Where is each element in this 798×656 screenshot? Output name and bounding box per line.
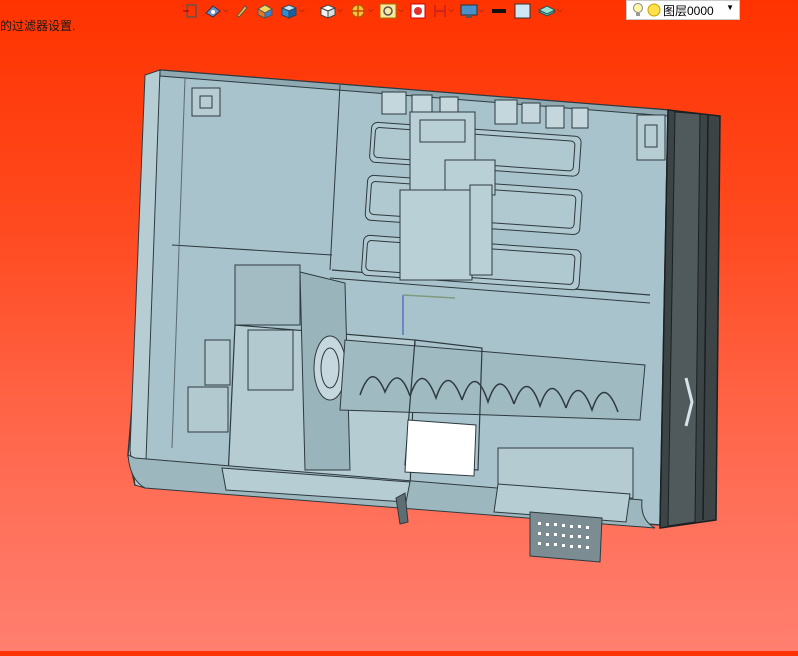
select-frame-icon	[183, 4, 197, 18]
chevron-down-icon: ⌵	[367, 7, 374, 14]
chevron-down-icon: ⌵	[398, 7, 404, 14]
cube-white-icon	[319, 4, 336, 19]
pencil-tool-button[interactable]	[232, 1, 252, 21]
color-swatch-icon	[514, 3, 531, 19]
color-swatch-button[interactable]	[512, 1, 534, 21]
display-style-icon	[281, 4, 298, 19]
view-toolbar: ⌵ ⌵ ⌵ ⌵ ⌵ ⌵ ⌵ ⌵	[180, 0, 565, 22]
select-frame-button[interactable]	[180, 1, 200, 21]
red-view-button[interactable]	[408, 1, 428, 21]
status-message: 的过滤器设置.	[0, 19, 76, 33]
pencil-tool-icon	[236, 5, 248, 18]
view-orient-button[interactable]: ⌵	[202, 1, 230, 21]
chevron-down-icon: ⌵	[299, 7, 305, 14]
box-view-button[interactable]	[254, 1, 276, 21]
section-view-icon	[351, 4, 365, 18]
zoom-fit-icon	[379, 3, 397, 19]
layer-stack-icon	[538, 5, 557, 17]
chevron-down-icon: ⌵	[448, 7, 454, 14]
bracket-view-button[interactable]: ⌵	[430, 1, 456, 21]
sun-icon[interactable]	[647, 3, 661, 17]
monitor-icon	[460, 4, 478, 18]
lightbulb-icon[interactable]	[631, 2, 645, 18]
cube-white-button[interactable]: ⌵	[317, 1, 345, 21]
chevron-down-icon: ⌵	[478, 7, 485, 14]
cad-model	[127, 69, 721, 563]
box-view-icon	[257, 4, 274, 19]
zoom-fit-button[interactable]: ⌵	[377, 1, 405, 21]
layer-stack-button[interactable]: ⌵	[536, 1, 564, 21]
display-style-button[interactable]: ⌵	[278, 1, 306, 21]
layer-dropdown[interactable]: 图层0000 ▼	[626, 0, 740, 20]
chevron-down-icon: ⌵	[337, 7, 343, 14]
chevron-down-icon[interactable]: ▼	[726, 3, 734, 12]
view-orient-icon	[205, 5, 221, 18]
bracket-view-icon	[433, 5, 446, 17]
line-weight-button[interactable]	[488, 1, 510, 21]
monitor-button[interactable]: ⌵	[458, 1, 486, 21]
red-view-icon	[410, 3, 426, 19]
cad-viewport[interactable]	[0, 0, 798, 651]
chevron-down-icon: ⌵	[223, 7, 229, 14]
line-weight-icon	[492, 9, 507, 13]
current-layer-name: 图层0000	[663, 3, 714, 18]
chevron-down-icon: ⌵	[557, 7, 563, 14]
section-view-button[interactable]: ⌵	[347, 1, 375, 21]
